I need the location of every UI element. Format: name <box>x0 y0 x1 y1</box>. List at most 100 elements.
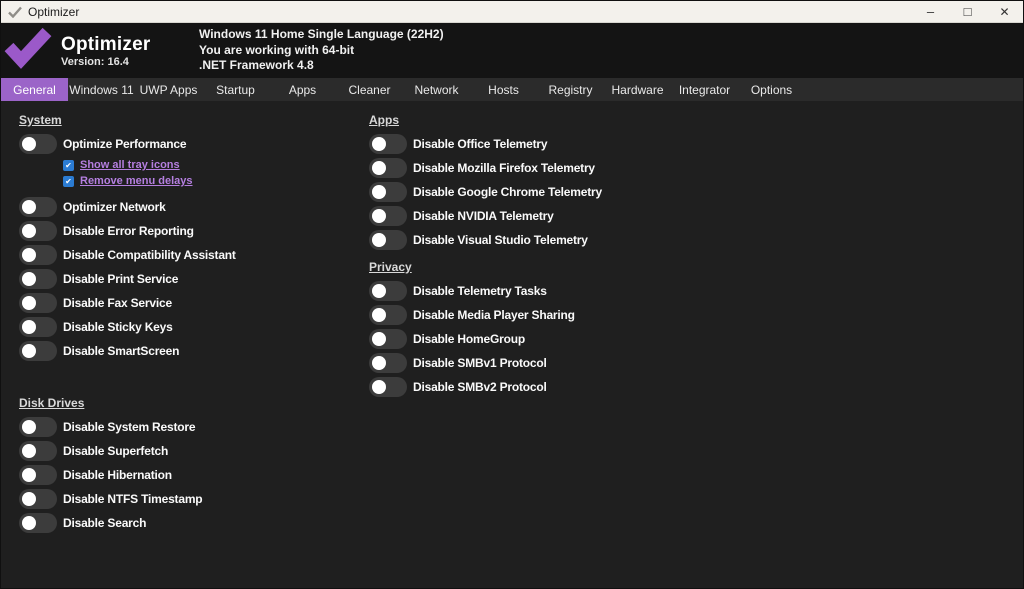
app-checkmark-icon <box>8 6 22 18</box>
tab-uwp-apps[interactable]: UWP Apps <box>135 78 202 101</box>
toggle-knob <box>372 356 386 370</box>
toggle-label: Disable Hibernation <box>63 468 172 482</box>
toggle-switch-disable-compatibility-assistant[interactable] <box>19 245 57 265</box>
toggle-label: Disable SMBv1 Protocol <box>413 356 547 370</box>
toggle-row-optimizer-network: Optimizer Network <box>19 195 369 219</box>
toggle-row-disable-telemetry-tasks: Disable Telemetry Tasks <box>369 279 1023 303</box>
toggle-switch-disable-google-chrome-telemetry[interactable] <box>369 182 407 202</box>
toggle-knob <box>22 516 36 530</box>
tab-registry[interactable]: Registry <box>537 78 604 101</box>
maximize-button[interactable]: □ <box>949 1 986 22</box>
right-column: AppsDisable Office TelemetryDisable Mozi… <box>369 113 1023 588</box>
toggle-row-disable-smartscreen: Disable SmartScreen <box>19 339 369 363</box>
toggle-label: Optimizer Network <box>63 200 166 214</box>
toggle-row-disable-error-reporting: Disable Error Reporting <box>19 219 369 243</box>
toggle-knob <box>372 308 386 322</box>
toggle-row-disable-sticky-keys: Disable Sticky Keys <box>19 315 369 339</box>
toggle-label: Disable Office Telemetry <box>413 137 547 151</box>
toggle-knob <box>22 224 36 238</box>
tab-bar: GeneralWindows 11UWP AppsStartupAppsClea… <box>1 78 1023 101</box>
checkbox-show-all-tray-icons[interactable]: ✔ <box>63 160 74 171</box>
optimizer-window: Optimizer – □ ✕ Optimizer Version: 16.4 … <box>0 0 1024 589</box>
toggle-label: Disable System Restore <box>63 420 195 434</box>
toggle-switch-disable-telemetry-tasks[interactable] <box>369 281 407 301</box>
toggle-switch-optimizer-network[interactable] <box>19 197 57 217</box>
tab-windows-11[interactable]: Windows 11 <box>68 78 135 101</box>
toggle-label: Disable Visual Studio Telemetry <box>413 233 588 247</box>
toggle-label: Disable NVIDIA Telemetry <box>413 209 554 223</box>
tab-network[interactable]: Network <box>403 78 470 101</box>
tab-startup[interactable]: Startup <box>202 78 269 101</box>
toggle-label: Disable Telemetry Tasks <box>413 284 547 298</box>
minimize-button[interactable]: – <box>912 1 949 22</box>
app-version: Version: 16.4 <box>61 56 153 68</box>
toggle-switch-disable-nvidia-telemetry[interactable] <box>369 206 407 226</box>
checkbox-remove-menu-delays[interactable]: ✔ <box>63 176 74 187</box>
toggle-row-disable-mozilla-firefox-telemetry: Disable Mozilla Firefox Telemetry <box>369 156 1023 180</box>
toggle-switch-disable-media-player-sharing[interactable] <box>369 305 407 325</box>
toggle-row-disable-compatibility-assistant: Disable Compatibility Assistant <box>19 243 369 267</box>
toggle-switch-optimize-performance[interactable] <box>19 134 57 154</box>
sub-option-link[interactable]: Show all tray icons <box>80 159 180 171</box>
toggle-knob <box>372 209 386 223</box>
toggle-label: Optimize Performance <box>63 137 186 151</box>
tab-hardware[interactable]: Hardware <box>604 78 671 101</box>
toggle-row-disable-nvidia-telemetry: Disable NVIDIA Telemetry <box>369 204 1023 228</box>
tab-apps[interactable]: Apps <box>269 78 336 101</box>
toggle-knob <box>22 272 36 286</box>
toggle-label: Disable Search <box>63 516 146 530</box>
tab-cleaner[interactable]: Cleaner <box>336 78 403 101</box>
toggle-knob <box>22 492 36 506</box>
toggle-knob <box>22 444 36 458</box>
toggle-switch-disable-smartscreen[interactable] <box>19 341 57 361</box>
toggle-knob <box>372 332 386 346</box>
toggle-row-disable-ntfs-timestamp: Disable NTFS Timestamp <box>19 487 369 511</box>
section-disk-drives: Disk Drives Disable System Restore Disable… <box>19 396 369 535</box>
general-tab-content: SystemOptimize Performance✔Show all tray… <box>1 101 1023 588</box>
window-controls: – □ ✕ <box>912 1 1023 22</box>
toggle-knob <box>372 233 386 247</box>
tab-hosts[interactable]: Hosts <box>470 78 537 101</box>
toggle-label: Disable Error Reporting <box>63 224 194 238</box>
toggle-knob <box>22 420 36 434</box>
toggle-knob <box>372 185 386 199</box>
toggle-switch-disable-office-telemetry[interactable] <box>369 134 407 154</box>
sub-option-link[interactable]: Remove menu delays <box>80 175 193 187</box>
window-title: Optimizer <box>28 5 79 19</box>
toggle-label: Disable Print Service <box>63 272 178 286</box>
tab-options[interactable]: Options <box>738 78 805 101</box>
toggle-switch-disable-smbv1-protocol[interactable] <box>369 353 407 373</box>
toggle-switch-disable-smbv2-protocol[interactable] <box>369 377 407 397</box>
app-name: Optimizer <box>61 34 153 55</box>
app-header: Optimizer Version: 16.4 Windows 11 Home … <box>1 23 1023 78</box>
toggle-switch-disable-sticky-keys[interactable] <box>19 317 57 337</box>
sub-option-remove-menu-delays: ✔ Remove menu delays <box>63 173 369 189</box>
toggle-switch-disable-superfetch[interactable] <box>19 441 57 461</box>
tab-general[interactable]: General <box>1 78 68 101</box>
toggle-row-disable-google-chrome-telemetry: Disable Google Chrome Telemetry <box>369 180 1023 204</box>
toggle-row-disable-search: Disable Search <box>19 511 369 535</box>
system-info-os: Windows 11 Home Single Language (22H2) <box>199 27 444 43</box>
toggle-switch-disable-system-restore[interactable] <box>19 417 57 437</box>
toggle-switch-disable-error-reporting[interactable] <box>19 221 57 241</box>
toggle-knob <box>372 137 386 151</box>
close-button[interactable]: ✕ <box>986 1 1023 22</box>
toggle-switch-disable-fax-service[interactable] <box>19 293 57 313</box>
optimizer-logo-checkmark-icon <box>4 27 52 74</box>
section-title-disk-drives: Disk Drives <box>19 396 369 410</box>
toggle-switch-disable-print-service[interactable] <box>19 269 57 289</box>
toggle-knob <box>372 284 386 298</box>
tab-integrator[interactable]: Integrator <box>671 78 738 101</box>
toggle-switch-disable-ntfs-timestamp[interactable] <box>19 489 57 509</box>
toggle-knob <box>372 161 386 175</box>
toggle-switch-disable-visual-studio-telemetry[interactable] <box>369 230 407 250</box>
toggle-label: Disable SMBv2 Protocol <box>413 380 547 394</box>
toggle-switch-disable-homegroup[interactable] <box>369 329 407 349</box>
toggle-label: Disable Fax Service <box>63 296 172 310</box>
toggle-switch-disable-hibernation[interactable] <box>19 465 57 485</box>
toggle-label: Disable Compatibility Assistant <box>63 248 236 262</box>
sub-option-show-all-tray-icons: ✔ Show all tray icons <box>63 157 369 173</box>
sub-options: ✔ Show all tray icons ✔ Remove menu delays <box>63 157 369 189</box>
toggle-switch-disable-search[interactable] <box>19 513 57 533</box>
toggle-switch-disable-mozilla-firefox-telemetry[interactable] <box>369 158 407 178</box>
